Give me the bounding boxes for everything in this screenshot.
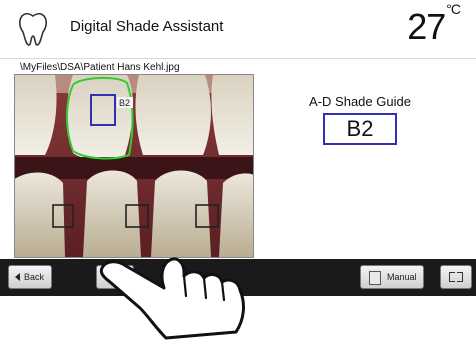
app-title: Digital Shade Assistant [70, 18, 224, 35]
shade-guide-label: A-D Shade Guide [309, 94, 411, 109]
shade-guide-value: B2 [323, 113, 397, 145]
back-button[interactable]: Back [8, 265, 52, 289]
pointing-hand-icon [99, 257, 245, 340]
temperature-unit: °C [446, 1, 461, 17]
arrow-left-icon [15, 273, 20, 281]
tooth-photo-image: B2 [15, 75, 253, 257]
tooth-photo[interactable]: B2 [14, 74, 254, 258]
header-bar: Digital Shade Assistant 27°C [0, 0, 476, 59]
manual-button-label: Manual [387, 272, 417, 282]
fullscreen-button[interactable] [440, 265, 472, 289]
shade-tag: B2 [119, 98, 130, 108]
shade-guide-panel: A-D Shade Guide B2 [296, 94, 424, 145]
manual-button[interactable]: Manual [360, 265, 424, 289]
back-button-label: Back [24, 272, 45, 282]
book-icon [369, 271, 381, 285]
temperature-value: 27 [407, 6, 446, 47]
tooth-icon [18, 12, 48, 46]
file-path: \MyFiles\DSA\Patient Hans Kehl.jpg [20, 62, 180, 73]
temperature-readout: 27°C [407, 1, 461, 48]
